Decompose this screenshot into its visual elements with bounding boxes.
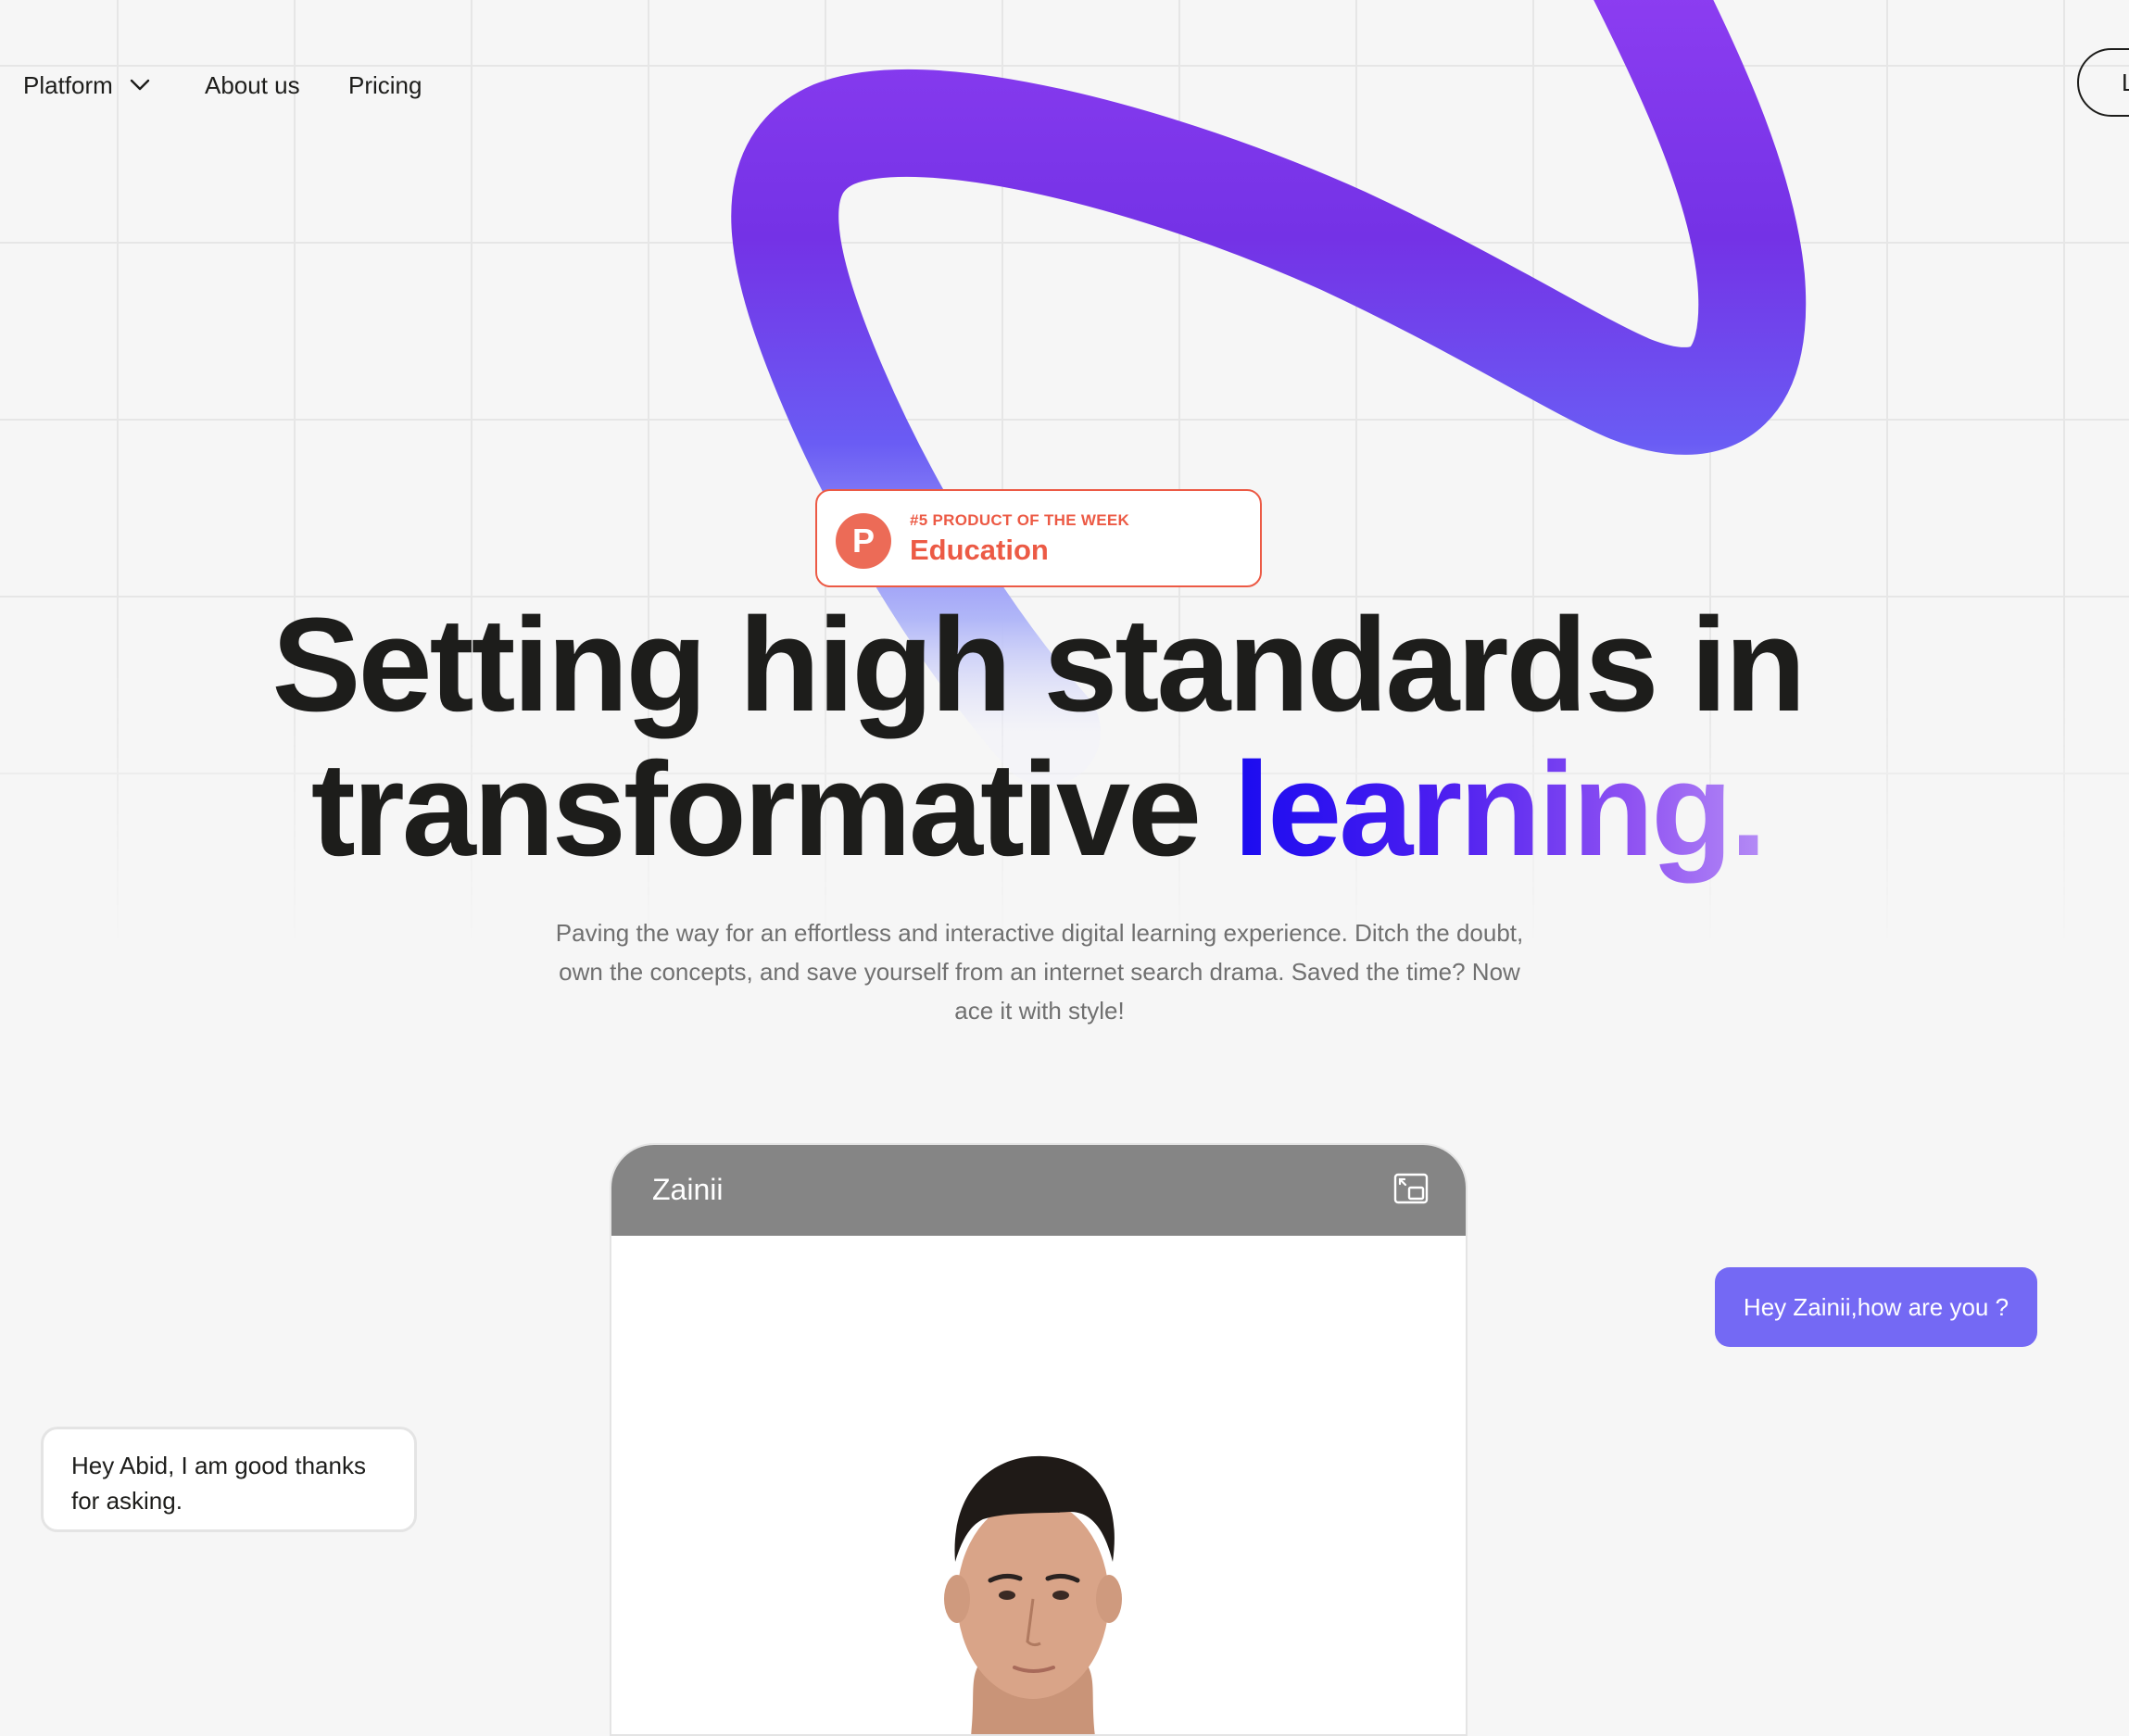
chat-window: Zainii <box>610 1143 1468 1736</box>
product-of-the-week-badge[interactable]: P #5 PRODUCT OF THE WEEK Education <box>815 489 1262 587</box>
bot-message-bubble: Hey Abid, I am good thanks for asking. <box>41 1427 417 1532</box>
nav-item-label: Pricing <box>348 71 422 99</box>
nav-item-label: About us <box>205 71 300 99</box>
badge-title: Education <box>910 534 1049 566</box>
headline-plain-text: transformative <box>310 735 1234 884</box>
nav-item-label: Platform <box>23 71 113 99</box>
top-navigation: Platform About us Pricing L <box>0 0 2129 170</box>
hero-headline: Setting high standards in transformative… <box>0 593 2075 882</box>
user-message-bubble: Hey Zainii,how are you ? <box>1715 1267 2037 1347</box>
nav-item-platform[interactable]: Platform <box>23 67 150 104</box>
picture-in-picture-icon[interactable] <box>1393 1173 1429 1204</box>
login-button[interactable]: L <box>2077 48 2129 117</box>
nav-item-about-us[interactable]: About us <box>205 67 300 104</box>
nav-item-pricing[interactable]: Pricing <box>348 67 422 104</box>
headline-accent-text: learning. <box>1233 735 1767 884</box>
headline-line-1: Setting high standards in <box>271 590 1806 739</box>
hero-subtitle: Paving the way for an effortless and int… <box>555 919 1524 1025</box>
product-hunt-icon: P <box>836 513 891 569</box>
chevron-down-icon <box>130 79 150 91</box>
chat-window-title: Zainii <box>652 1173 724 1206</box>
chat-window-header: Zainii <box>611 1145 1466 1236</box>
headline-line-2: transformative learning. <box>0 737 2075 882</box>
badge-kicker: #5 PRODUCT OF THE WEEK <box>910 511 1130 529</box>
tutor-avatar <box>944 1455 1122 1734</box>
